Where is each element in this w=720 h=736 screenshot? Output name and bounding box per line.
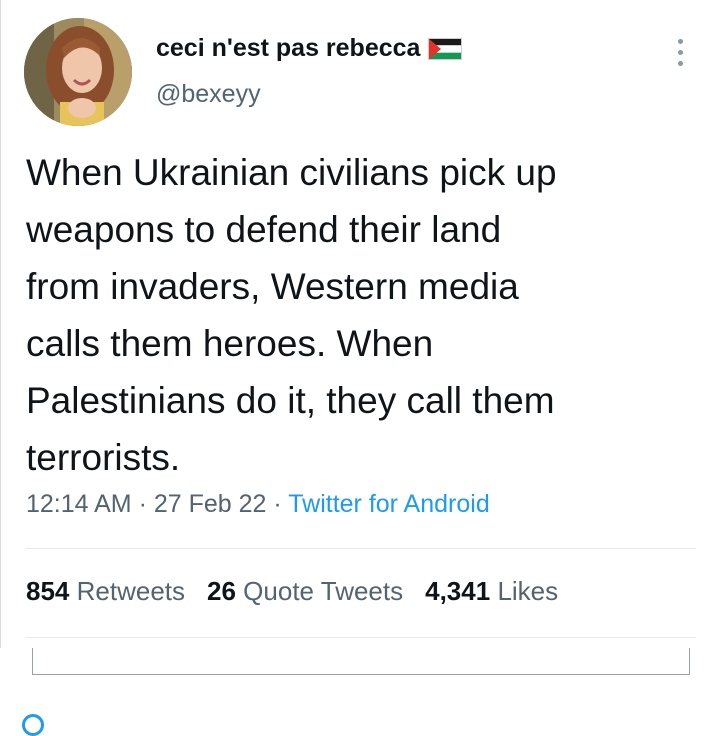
name-row: ceci n'est pas rebecca bbox=[156, 34, 463, 63]
likes-count: 4,341 bbox=[425, 576, 491, 606]
retweets-label: Retweets bbox=[76, 576, 186, 606]
engagement-stats: 854 Retweets 26 Quote Tweets 4,341 Likes bbox=[26, 576, 558, 607]
quote-tweets-count: 26 bbox=[207, 576, 236, 606]
tweet-date[interactable]: 27 Feb 22 bbox=[154, 490, 267, 518]
tweet-meta: 12:14 AM · 27 Feb 22 · Twitter for Andro… bbox=[26, 490, 490, 519]
meta-separator: · bbox=[138, 490, 147, 518]
likes-label: Likes bbox=[497, 576, 559, 606]
tweet-time[interactable]: 12:14 AM bbox=[26, 490, 132, 518]
divider bbox=[26, 637, 696, 638]
avatar[interactable] bbox=[24, 18, 132, 126]
tweet-text: When Ukrainian civilians pick up weapons… bbox=[26, 152, 557, 478]
quote-tweets-label: Quote Tweets bbox=[243, 576, 404, 606]
divider bbox=[26, 548, 696, 549]
user-handle[interactable]: @bexeyy bbox=[156, 80, 261, 109]
left-border bbox=[0, 0, 1, 648]
display-name[interactable]: ceci n'est pas rebecca bbox=[156, 34, 420, 63]
tweet-source-link[interactable]: Twitter for Android bbox=[288, 490, 489, 518]
palestine-flag-icon bbox=[428, 37, 463, 60]
circle-icon bbox=[22, 714, 44, 736]
likes-stat[interactable]: 4,341 Likes bbox=[425, 576, 558, 607]
meta-separator: · bbox=[273, 490, 282, 518]
retweets-stat[interactable]: 854 Retweets bbox=[26, 576, 185, 607]
tweet-card: ceci n'est pas rebecca @bexeyy When Ukra… bbox=[0, 0, 720, 736]
reply-input-box[interactable] bbox=[32, 648, 690, 675]
more-options-icon[interactable] bbox=[668, 34, 692, 70]
quote-tweets-stat[interactable]: 26 Quote Tweets bbox=[207, 576, 403, 607]
avatar-image bbox=[24, 18, 132, 126]
retweets-count: 854 bbox=[26, 576, 70, 606]
